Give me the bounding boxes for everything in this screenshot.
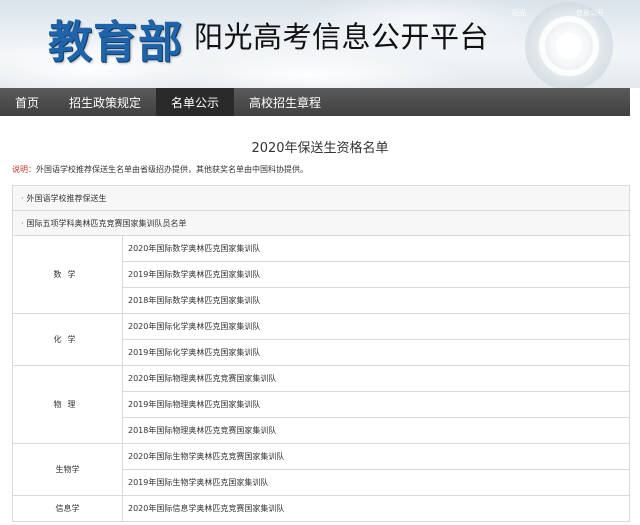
emblem-text-left: 阳光 <box>512 9 526 17</box>
nav-item-public-list[interactable]: 名单公示 <box>156 88 235 116</box>
list-item-link[interactable]: 2018年国际数学奥林匹克国家集训队 <box>123 288 630 314</box>
note-label: 说明： <box>12 165 36 174</box>
list-item-link[interactable]: 2019年国际数学奥林匹克国家集训队 <box>123 262 630 288</box>
note-text: 外国语学校推荐保送生名单由省级招办提供，其他获奖名单由中国科协提供。 <box>36 165 308 174</box>
page-title: 2020年保送生资格名单 <box>251 141 389 156</box>
ministry-logo[interactable]: 教育部 <box>48 6 183 70</box>
row-label: 外国语学校推荐保送生 <box>26 193 107 203</box>
site-title: 阳光高考信息公开平台 <box>194 20 490 54</box>
row-label: 国际五项学科奥林匹克竞赛国家集训队员名单 <box>26 218 187 228</box>
subject-label: 化学 <box>13 314 123 366</box>
emblem-text-right: 信息公开 <box>576 9 604 17</box>
list-item-link[interactable]: 2020年国际信息学奥林匹克竞赛国家集训队 <box>123 496 630 522</box>
page-note: 说明：外国语学校推荐保送生名单由省级招办提供，其他获奖名单由中国科协提供。 <box>12 164 640 176</box>
list-item-link[interactable]: 2020年国际化学奥林匹克国家集训队 <box>123 314 630 340</box>
header-banner: 阳光 信息公开 教育部 阳光高考信息公开平台 <box>0 0 640 88</box>
list-item-link[interactable]: 2019年国际化学奥林匹克国家集训队 <box>123 340 630 366</box>
subject-group-math: 数学 2020年国际数学奥林匹克国家集训队 2019年国际数学奥林匹克国家集训队… <box>13 236 630 314</box>
subject-label: 物理 <box>13 366 123 444</box>
nav-item-admission-charter[interactable]: 高校招生章程 <box>234 88 336 116</box>
table-row-olympiad-section: · 国际五项学科奥林匹克竞赛国家集训队员名单 <box>13 211 630 236</box>
bullet-icon: · <box>21 218 24 228</box>
subject-label: 信息学 <box>13 496 123 522</box>
subject-group-physics: 物理 2020年国际物理奥林匹克竞赛国家集训队 2019年国际物理奥林匹克国家集… <box>13 366 630 444</box>
emblem-core <box>556 33 582 59</box>
subject-group-biology: 生物学 2020年国际生物学奥林匹克竞赛国家集训队 2019年国际生物学奥林匹克… <box>13 444 630 496</box>
list-item-link[interactable]: 2019年国际生物学奥林匹克国家集训队 <box>123 470 630 496</box>
nav-item-policy[interactable]: 招生政策规定 <box>54 88 156 116</box>
subject-group-informatics: 信息学 2020年国际信息学奥林匹克竞赛国家集训队 <box>13 496 630 522</box>
bullet-icon: · <box>21 193 24 203</box>
subject-label: 数学 <box>13 236 123 314</box>
list-item-link[interactable]: 2019年国际物理奥林匹克国家集训队 <box>123 392 630 418</box>
subject-group-chemistry: 化学 2020年国际化学奥林匹克国家集训队 2019年国际化学奥林匹克国家集训队 <box>13 314 630 366</box>
table-row-foreign-language[interactable]: · 外国语学校推荐保送生 <box>13 186 630 211</box>
subject-label: 生物学 <box>13 444 123 496</box>
list-item-link[interactable]: 2020年国际生物学奥林匹克竞赛国家集训队 <box>123 444 630 470</box>
nav-item-home[interactable]: 首页 <box>0 88 54 116</box>
main-nav: 首页 招生政策规定 名单公示 高校招生章程 <box>0 88 630 116</box>
list-table: · 外国语学校推荐保送生 · 国际五项学科奥林匹克竞赛国家集训队员名单 数学 2… <box>12 185 630 522</box>
list-item-link[interactable]: 2020年国际数学奥林匹克国家集训队 <box>123 236 630 262</box>
list-item-link[interactable]: 2018年国际物理奥林匹克竞赛国家集训队 <box>123 418 630 444</box>
list-item-link[interactable]: 2020年国际物理奥林匹克竞赛国家集训队 <box>123 366 630 392</box>
